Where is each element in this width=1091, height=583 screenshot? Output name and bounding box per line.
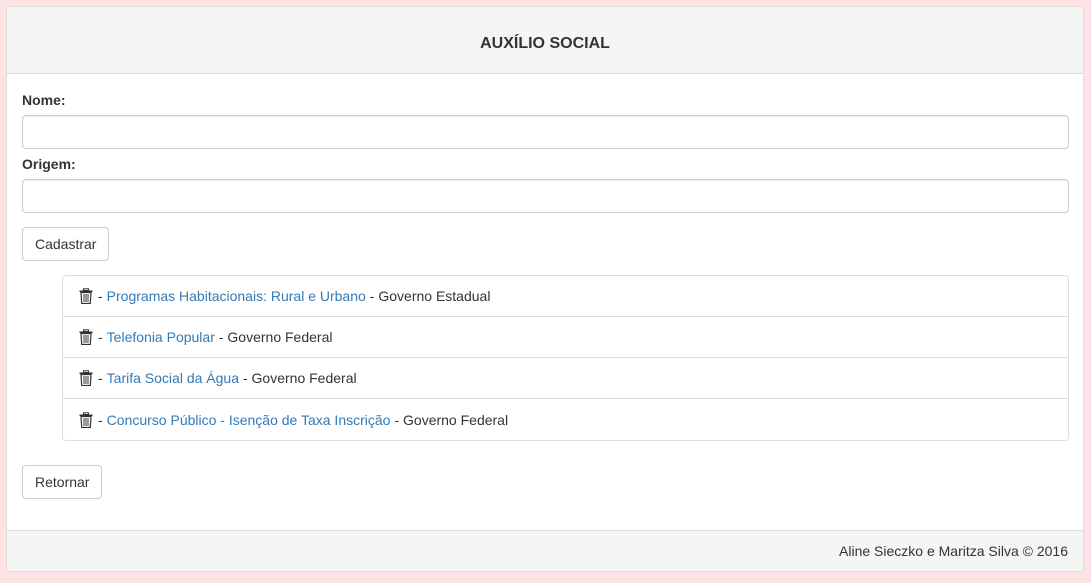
footer-credits: Aline Sieczko e Maritza Silva © 2016 — [839, 543, 1068, 559]
item-name-link[interactable]: Concurso Público - Isenção de Taxa Inscr… — [107, 412, 391, 428]
trash-icon[interactable] — [78, 370, 94, 386]
panel-footer: Aline Sieczko e Maritza Silva © 2016 — [7, 530, 1083, 571]
item-separator: - — [98, 370, 103, 386]
page-title: AUXÍLIO SOCIAL — [480, 35, 610, 52]
main-panel: AUXÍLIO SOCIAL Nome: Origem: Cadastrar -… — [6, 6, 1084, 572]
auxilio-list: - Programas Habitacionais: Rural e Urban… — [62, 275, 1069, 441]
trash-icon[interactable] — [78, 329, 94, 345]
item-origin: - Governo Estadual — [369, 288, 491, 304]
item-separator: - — [98, 411, 103, 428]
item-name-link[interactable]: Telefonia Popular — [107, 329, 215, 345]
item-origin: - Governo Federal — [218, 329, 333, 345]
retornar-button[interactable]: Retornar — [22, 465, 103, 499]
nome-input[interactable] — [22, 115, 1069, 149]
list-item: - Programas Habitacionais: Rural e Urban… — [63, 276, 1068, 317]
item-separator: - — [98, 329, 103, 345]
list-item: - Telefonia Popular - Governo Federal — [63, 317, 1068, 358]
trash-icon[interactable] — [78, 288, 94, 304]
item-origin: - Governo Federal — [394, 411, 509, 428]
panel-body: Nome: Origem: Cadastrar - Programas Habi… — [7, 74, 1083, 499]
item-name-link[interactable]: Programas Habitacionais: Rural e Urbano — [107, 288, 366, 304]
origem-label: Origem: — [22, 156, 76, 172]
list-item: - Tarifa Social da Água - Governo Federa… — [63, 358, 1068, 399]
trash-icon[interactable] — [78, 411, 94, 428]
item-name-link[interactable]: Tarifa Social da Água — [107, 370, 239, 386]
item-origin: - Governo Federal — [242, 370, 357, 386]
list-item: - Concurso Público - Isenção de Taxa Ins… — [63, 399, 1068, 440]
item-separator: - — [98, 288, 103, 304]
origem-input[interactable] — [22, 179, 1069, 213]
cadastrar-button[interactable]: Cadastrar — [22, 227, 110, 261]
nome-label: Nome: — [22, 92, 66, 108]
panel-header: AUXÍLIO SOCIAL — [7, 7, 1083, 74]
